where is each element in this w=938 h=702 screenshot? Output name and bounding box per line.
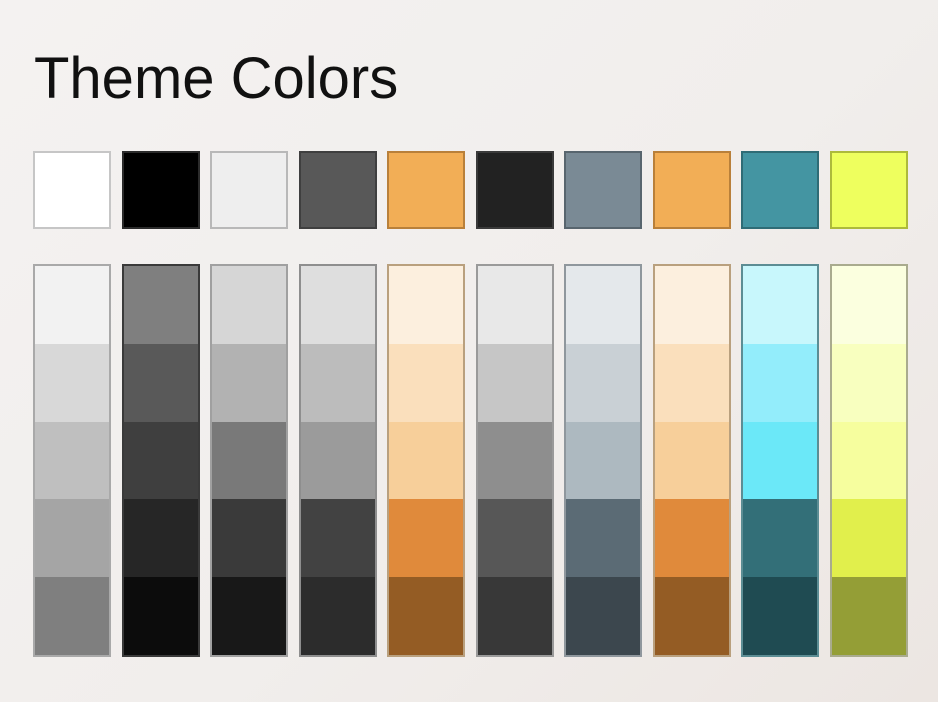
- shade-swatch-accent-5-5[interactable]: [743, 577, 817, 655]
- swatch-background-1[interactable]: [33, 151, 111, 229]
- shade-swatch-accent-1-4[interactable]: [389, 499, 463, 578]
- shade-swatch-accent-4-4[interactable]: [654, 499, 729, 578]
- shade-swatch-accent-3-1[interactable]: [566, 266, 640, 344]
- shade-swatch-text-2-2[interactable]: [300, 343, 375, 422]
- shade-swatch-accent-1-1[interactable]: [389, 266, 463, 344]
- shade-swatch-accent-3-5[interactable]: [566, 577, 640, 655]
- shade-column-background-1: [33, 264, 111, 657]
- swatch-accent-1[interactable]: [387, 151, 465, 229]
- shade-swatch-accent-5-1[interactable]: [743, 266, 817, 344]
- shade-swatch-background-1-5[interactable]: [35, 577, 109, 655]
- shade-swatch-text-1-3[interactable]: [123, 421, 198, 500]
- shade-swatch-accent-2-4[interactable]: [477, 499, 552, 578]
- shade-swatch-background-1-2[interactable]: [35, 343, 109, 422]
- shade-swatch-text-2-4[interactable]: [300, 499, 375, 578]
- shade-swatch-accent-6-5[interactable]: [831, 577, 906, 655]
- shade-swatch-accent-2-3[interactable]: [477, 421, 552, 500]
- swatch-text-1[interactable]: [121, 151, 200, 229]
- shade-column-text-1: [121, 264, 200, 657]
- shade-swatch-accent-6-2[interactable]: [831, 343, 906, 422]
- shade-swatch-accent-2-1[interactable]: [477, 266, 552, 344]
- shade-grid: [33, 264, 908, 657]
- shade-column-background-2: [210, 264, 288, 657]
- swatch-accent-3[interactable]: [564, 151, 642, 229]
- shade-column-accent-3: [564, 264, 642, 657]
- shade-swatch-background-2-3[interactable]: [212, 421, 286, 500]
- shade-swatch-accent-3-2[interactable]: [566, 343, 640, 422]
- swatch-accent-2[interactable]: [475, 151, 554, 229]
- shade-column-accent-5: [741, 264, 819, 657]
- shade-swatch-accent-3-3[interactable]: [566, 421, 640, 500]
- shade-swatch-accent-6-3[interactable]: [831, 421, 906, 500]
- shade-swatch-accent-4-3[interactable]: [654, 421, 729, 500]
- shade-swatch-background-1-3[interactable]: [35, 421, 109, 500]
- shade-column-accent-4: [652, 264, 731, 657]
- shade-swatch-accent-5-3[interactable]: [743, 421, 817, 500]
- shade-swatch-text-2-5[interactable]: [300, 577, 375, 655]
- shade-swatch-accent-5-2[interactable]: [743, 343, 817, 422]
- shade-swatch-background-1-1[interactable]: [35, 266, 109, 344]
- theme-colors-panel: Theme Colors: [0, 0, 938, 702]
- swatch-background-2[interactable]: [210, 151, 288, 229]
- shade-swatch-background-1-4[interactable]: [35, 499, 109, 578]
- shade-swatch-text-2-1[interactable]: [300, 266, 375, 344]
- shade-swatch-accent-5-4[interactable]: [743, 499, 817, 578]
- shade-column-accent-2: [475, 264, 554, 657]
- shade-swatch-accent-2-2[interactable]: [477, 343, 552, 422]
- shade-swatch-background-2-5[interactable]: [212, 577, 286, 655]
- shade-swatch-accent-1-5[interactable]: [389, 577, 463, 655]
- shade-swatch-accent-3-4[interactable]: [566, 499, 640, 578]
- shade-column-text-2: [298, 264, 377, 657]
- shade-swatch-text-1-4[interactable]: [123, 499, 198, 578]
- shade-swatch-accent-1-3[interactable]: [389, 421, 463, 500]
- shade-column-accent-1: [387, 264, 465, 657]
- shade-swatch-accent-1-2[interactable]: [389, 343, 463, 422]
- shade-swatch-text-1-1[interactable]: [123, 266, 198, 344]
- shade-swatch-text-1-5[interactable]: [123, 577, 198, 655]
- shade-swatch-text-1-2[interactable]: [123, 343, 198, 422]
- shade-swatch-background-2-4[interactable]: [212, 499, 286, 578]
- panel-title: Theme Colors: [34, 46, 399, 111]
- swatch-accent-4[interactable]: [652, 151, 731, 229]
- shade-swatch-background-2-2[interactable]: [212, 343, 286, 422]
- swatch-accent-6[interactable]: [829, 151, 908, 229]
- swatch-text-2[interactable]: [298, 151, 377, 229]
- shade-swatch-accent-2-5[interactable]: [477, 577, 552, 655]
- shade-swatch-accent-6-4[interactable]: [831, 499, 906, 578]
- shade-swatch-text-2-3[interactable]: [300, 421, 375, 500]
- swatch-accent-5[interactable]: [741, 151, 819, 229]
- shade-swatch-accent-4-2[interactable]: [654, 343, 729, 422]
- theme-color-row: [33, 151, 908, 229]
- shade-swatch-background-2-1[interactable]: [212, 266, 286, 344]
- shade-column-accent-6: [829, 264, 908, 657]
- shade-swatch-accent-6-1[interactable]: [831, 266, 906, 344]
- shade-swatch-accent-4-5[interactable]: [654, 577, 729, 655]
- shade-swatch-accent-4-1[interactable]: [654, 266, 729, 344]
